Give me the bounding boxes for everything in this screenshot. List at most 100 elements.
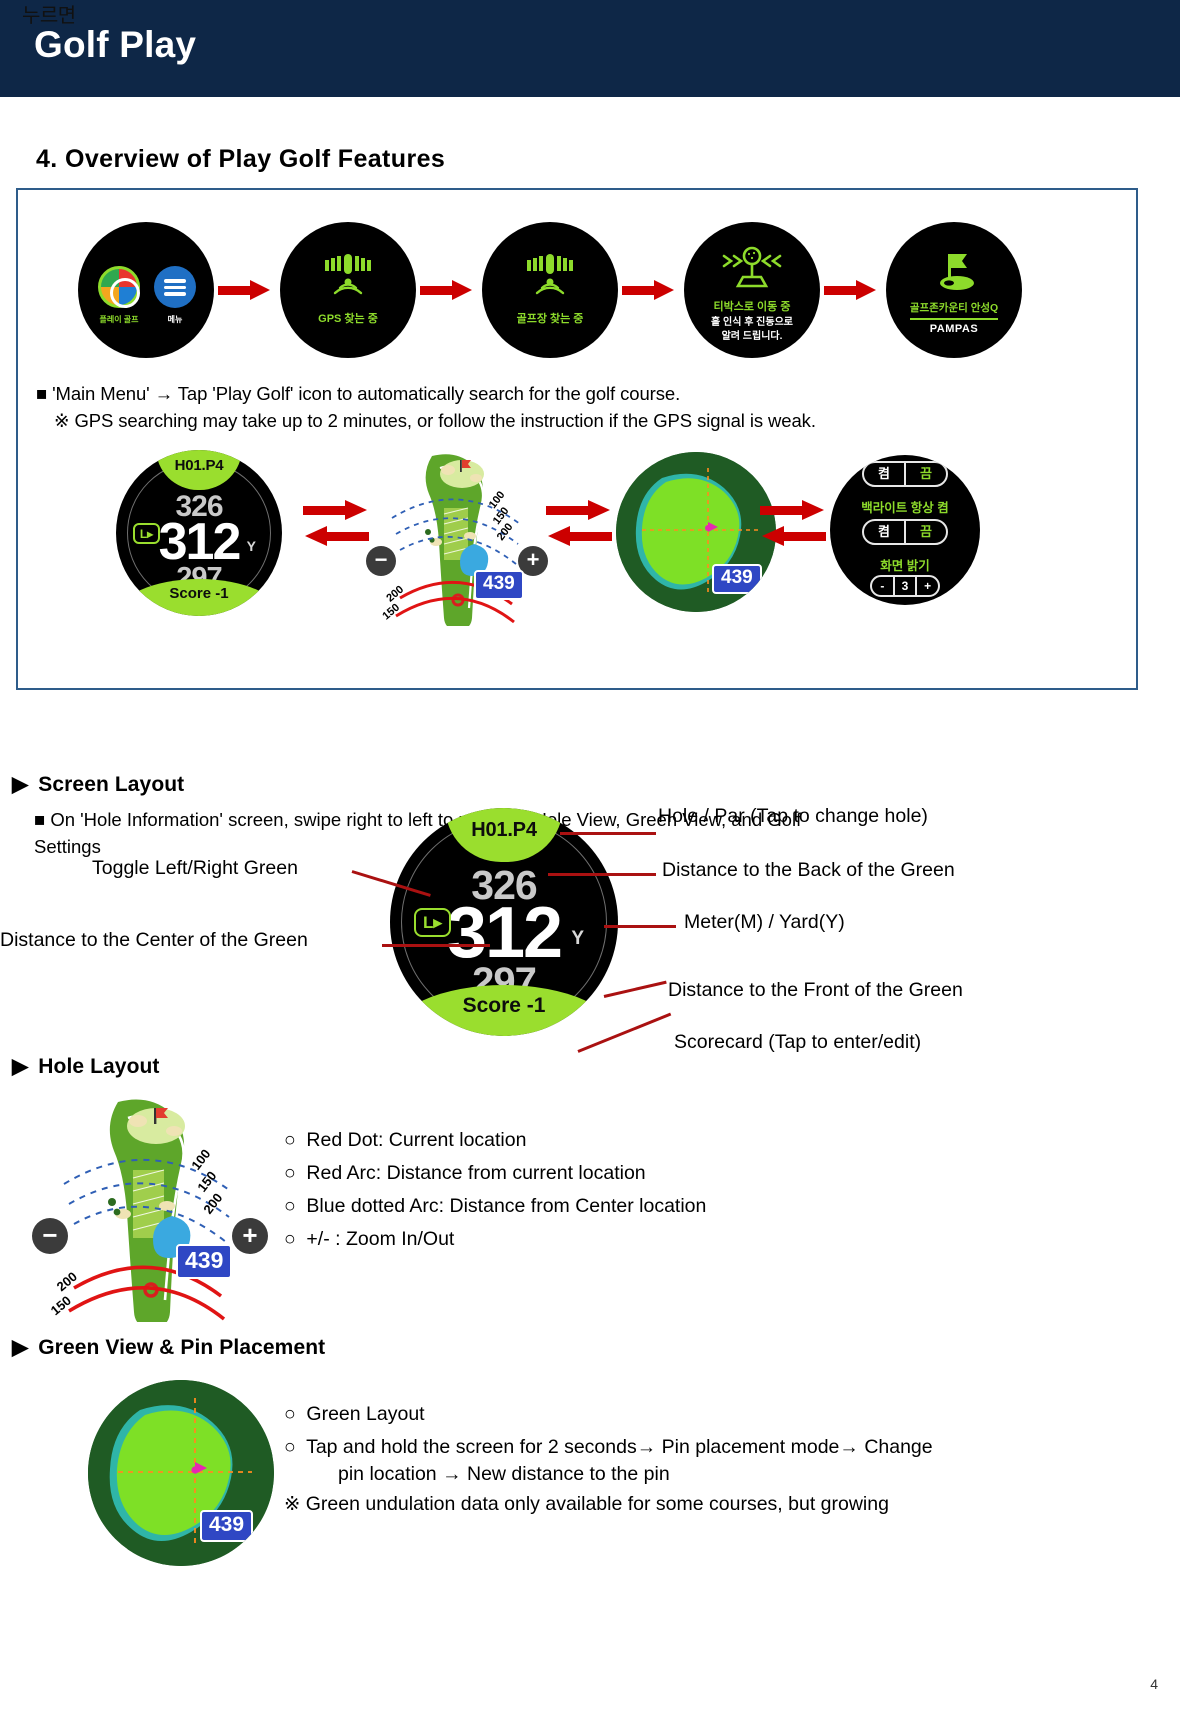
triangle-bullet-icon: ▶ [12, 1336, 29, 1359]
hole-layout-bullets: ○ Red Dot: Current location ○ Red Arc: D… [284, 1124, 706, 1257]
callout-meter-yard: Meter(M) / Yard(Y) [684, 911, 845, 933]
callout-back-green: Distance to the Back of the Green [662, 859, 955, 881]
watch-move-to-teebox: 티박스로 이동 중 홀 인식 후 진동으로 알려 드립니다. [684, 222, 820, 358]
swipe-arrows-1 [303, 500, 369, 550]
list-item: ○ Blue dotted Arc: Distance from Center … [284, 1190, 706, 1223]
leader-meter-yard [604, 925, 676, 928]
page-number: 4 [1150, 1676, 1158, 1692]
green-view-heading-text: Green View & Pin Placement [38, 1336, 326, 1359]
lr-toggle-text: L [139, 527, 148, 541]
hole-distance-chip: 439 [474, 570, 524, 600]
hole-layout-heading-text: Hole Layout [38, 1055, 160, 1078]
unit-label[interactable]: Y [247, 538, 256, 554]
callout-center-green: Distance to the Center of the Green [0, 929, 308, 951]
backlight-off-option[interactable]: 끔 [904, 463, 946, 485]
zoom-in-button[interactable]: + [232, 1218, 268, 1254]
watch-main-menu: 플레이 골프 메뉴 [78, 222, 214, 358]
teebox-icon [684, 244, 820, 295]
green-view-heading: ▶ Green View & Pin Placement [12, 1335, 325, 1360]
green-view-large-illustration: 439 [88, 1380, 274, 1566]
hole-par-text: H01.P4 [174, 457, 224, 474]
left-right-green-toggle[interactable]: L▸ [414, 908, 451, 937]
flag-icon [886, 248, 1022, 297]
flow-arrow-3 [622, 280, 676, 300]
swipe-arrows-2 [546, 500, 612, 550]
menu-label: 메뉴 [167, 315, 183, 324]
green-view-distance-chip: 439 [712, 564, 762, 594]
gps-searching-caption: GPS 찾는 중 [318, 313, 378, 325]
bullet-text: Tap and hold the screen for 2 seconds→ P… [306, 1436, 933, 1459]
backlight-on-option[interactable]: 켬 [864, 463, 904, 485]
circle-bullet-icon: ○ [284, 1228, 296, 1251]
watch-gps-searching: GPS 찾는 중 [280, 222, 416, 358]
green-view-bullets: ○ Green Layout ○ Tap and hold the screen… [284, 1398, 933, 1464]
brightness-stepper[interactable]: - 3 + [870, 575, 940, 597]
triangle-bullet-icon: ▶ [12, 773, 29, 796]
backlight-toggle[interactable]: 켬 끔 [862, 461, 948, 487]
row2-note-line2: Settings [34, 836, 101, 857]
green-view-bullet2-continued: pin location → New distance to the pin [338, 1463, 670, 1485]
screen-layout-heading-text: Screen Layout [38, 773, 185, 796]
bullet-text: Blue dotted Arc: Distance from Center lo… [306, 1195, 707, 1218]
flow-arrow-2 [420, 280, 474, 300]
page-header: 누르면 Golf Play [0, 0, 1180, 97]
callout-front-green: Distance to the Front of the Green [668, 979, 963, 1001]
green-view-illustration: 439 [616, 452, 776, 612]
hole-map-illustration: 100 150 200 200 150 − + 439 [366, 448, 548, 630]
course-searching-caption: 골프장 찾는 중 [516, 313, 584, 325]
brightness-plus[interactable]: + [915, 577, 938, 595]
watch-course-found: 골프존카운티 안성Q PAMPAS [886, 222, 1022, 358]
brightness-label: 화면 밝기 [880, 559, 930, 573]
list-item: ○ Red Arc: Distance from current locatio… [284, 1157, 706, 1190]
teebox-sub-line1: 홀 인식 후 진동으로 [711, 317, 793, 328]
watch-hole-information: H01.P4 326 312 Y 297 L▸ Score -1 [116, 450, 282, 616]
triangle-bullet-icon: ▶ [12, 1055, 29, 1078]
hole-layout-heading: ▶ Hole Layout [12, 1054, 160, 1079]
circle-bullet-icon: ○ [284, 1129, 296, 1151]
hole-distance-chip: 439 [176, 1244, 233, 1279]
hole-par-text: H01.P4 [471, 819, 537, 841]
course-name: 골프존카운티 안성Q [909, 302, 999, 314]
leader-center-green [382, 944, 490, 947]
bullet-text: Red Dot: Current location [306, 1129, 527, 1151]
scorecard-band[interactable]: Score -1 [116, 579, 282, 616]
manual-page: 누르면 Golf Play 4. Overview of Play Golf F… [0, 0, 1180, 1710]
list-item: ○ +/- : Zoom In/Out [284, 1223, 706, 1256]
circle-bullet-icon: ○ [284, 1162, 296, 1185]
lr-toggle-text: L [423, 913, 434, 932]
play-golf-icon[interactable] [98, 266, 140, 308]
screen-layout-heading: ▶ Screen Layout [12, 772, 184, 797]
list-item: ○ Green Layout [284, 1398, 933, 1431]
course-sub-name: PAMPAS [929, 323, 979, 335]
unit-label[interactable]: Y [571, 928, 584, 950]
zoom-out-button[interactable]: − [32, 1218, 68, 1254]
brightness-minus[interactable]: - [872, 577, 893, 595]
screen-on-option[interactable]: 켬 [864, 521, 904, 543]
bullet-text: +/- : Zoom In/Out [306, 1228, 455, 1251]
flow-arrow-4 [824, 280, 878, 300]
satellite-icon [280, 252, 416, 301]
screen-toggle[interactable]: 켬 끔 [862, 519, 948, 545]
screen-off-option[interactable]: 끔 [904, 521, 946, 543]
list-item: ○ Red Dot: Current location [284, 1124, 706, 1157]
row1-note-line1: ■ 'Main Menu' → Tap 'Play Golf' icon to … [36, 383, 681, 404]
bullet-text: Green Layout [306, 1403, 425, 1425]
callout-toggle-lr: Toggle Left/Right Green [92, 857, 298, 879]
circle-bullet-icon: ○ [284, 1403, 296, 1425]
zoom-out-button[interactable]: − [366, 546, 396, 576]
flow-arrow-1 [218, 280, 272, 300]
left-right-green-toggle[interactable]: L▸ [133, 523, 160, 544]
row1-note-line2: ※ GPS searching may take up to 2 minutes… [54, 410, 816, 431]
app-grid: 플레이 골프 메뉴 [78, 222, 214, 358]
menu-icon[interactable] [154, 266, 196, 308]
page-title: Golf Play [34, 24, 197, 65]
watch-course-searching: 골프장 찾는 중 [482, 222, 618, 358]
hole-layout-illustration: 100 150 200 200 150 − + 439 [32, 1092, 268, 1328]
callout-scorecard: Scorecard (Tap to enter/edit) [674, 1031, 922, 1053]
circle-bullet-icon: ○ [284, 1436, 296, 1459]
score-text: Score -1 [169, 585, 229, 602]
leader-back-green [548, 873, 656, 876]
satellite-icon [482, 252, 618, 301]
bullet-text: Red Arc: Distance from current location [306, 1162, 646, 1185]
swipe-arrows-3 [760, 500, 826, 550]
